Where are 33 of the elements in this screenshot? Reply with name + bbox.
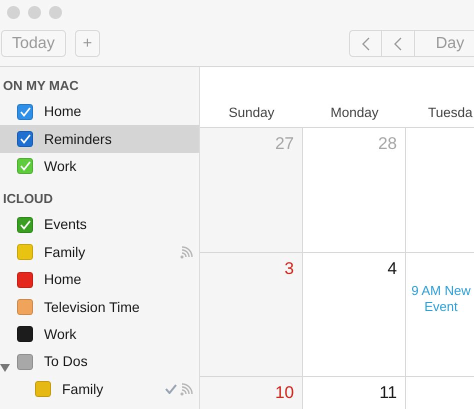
calendar-checkbox[interactable]: [17, 354, 33, 370]
day-number: 10: [275, 383, 294, 403]
weekday-header: Monday: [330, 104, 379, 120]
chevron-left-icon: [360, 36, 371, 50]
day-number: 11: [379, 383, 397, 403]
chevron-left-icon: [393, 36, 404, 50]
calendar-checkbox[interactable]: [17, 299, 33, 316]
calendar-checkbox[interactable]: [17, 131, 33, 148]
section-heading: ON MY MAC: [2, 77, 80, 95]
day-number: 3: [284, 258, 294, 278]
weekday-header: Tuesda: [428, 104, 473, 120]
calendar-item[interactable]: Events: [0, 211, 199, 239]
calendar-item[interactable]: Home: [0, 266, 199, 294]
calendar-item[interactable]: Family: [0, 238, 199, 266]
calendar-checkbox[interactable]: [17, 326, 33, 342]
calendar-checkbox[interactable]: [17, 216, 33, 233]
day-number: 4: [388, 258, 397, 278]
calendar-item[interactable]: Family: [0, 376, 199, 403]
calendar-item[interactable]: Work: [0, 320, 199, 348]
weekday-header: Sunday: [228, 104, 274, 120]
calendar-item[interactable]: Television Time: [0, 293, 199, 321]
calendar-checkbox[interactable]: [35, 381, 51, 398]
calendar-checkbox[interactable]: [17, 158, 33, 174]
calendar-checkbox[interactable]: [17, 272, 33, 288]
calendar-checkbox[interactable]: [17, 104, 33, 120]
calendar-item[interactable]: To Dos: [0, 348, 199, 376]
section-heading: ICLOUD: [2, 190, 54, 208]
calendar-checkbox[interactable]: [17, 244, 33, 260]
day-number: 28: [378, 134, 397, 154]
day-number: 27: [275, 134, 294, 154]
calendar-item[interactable]: Reminders: [0, 125, 199, 153]
calendar-item[interactable]: Home: [0, 98, 199, 126]
calendar-item[interactable]: Work: [0, 152, 199, 180]
